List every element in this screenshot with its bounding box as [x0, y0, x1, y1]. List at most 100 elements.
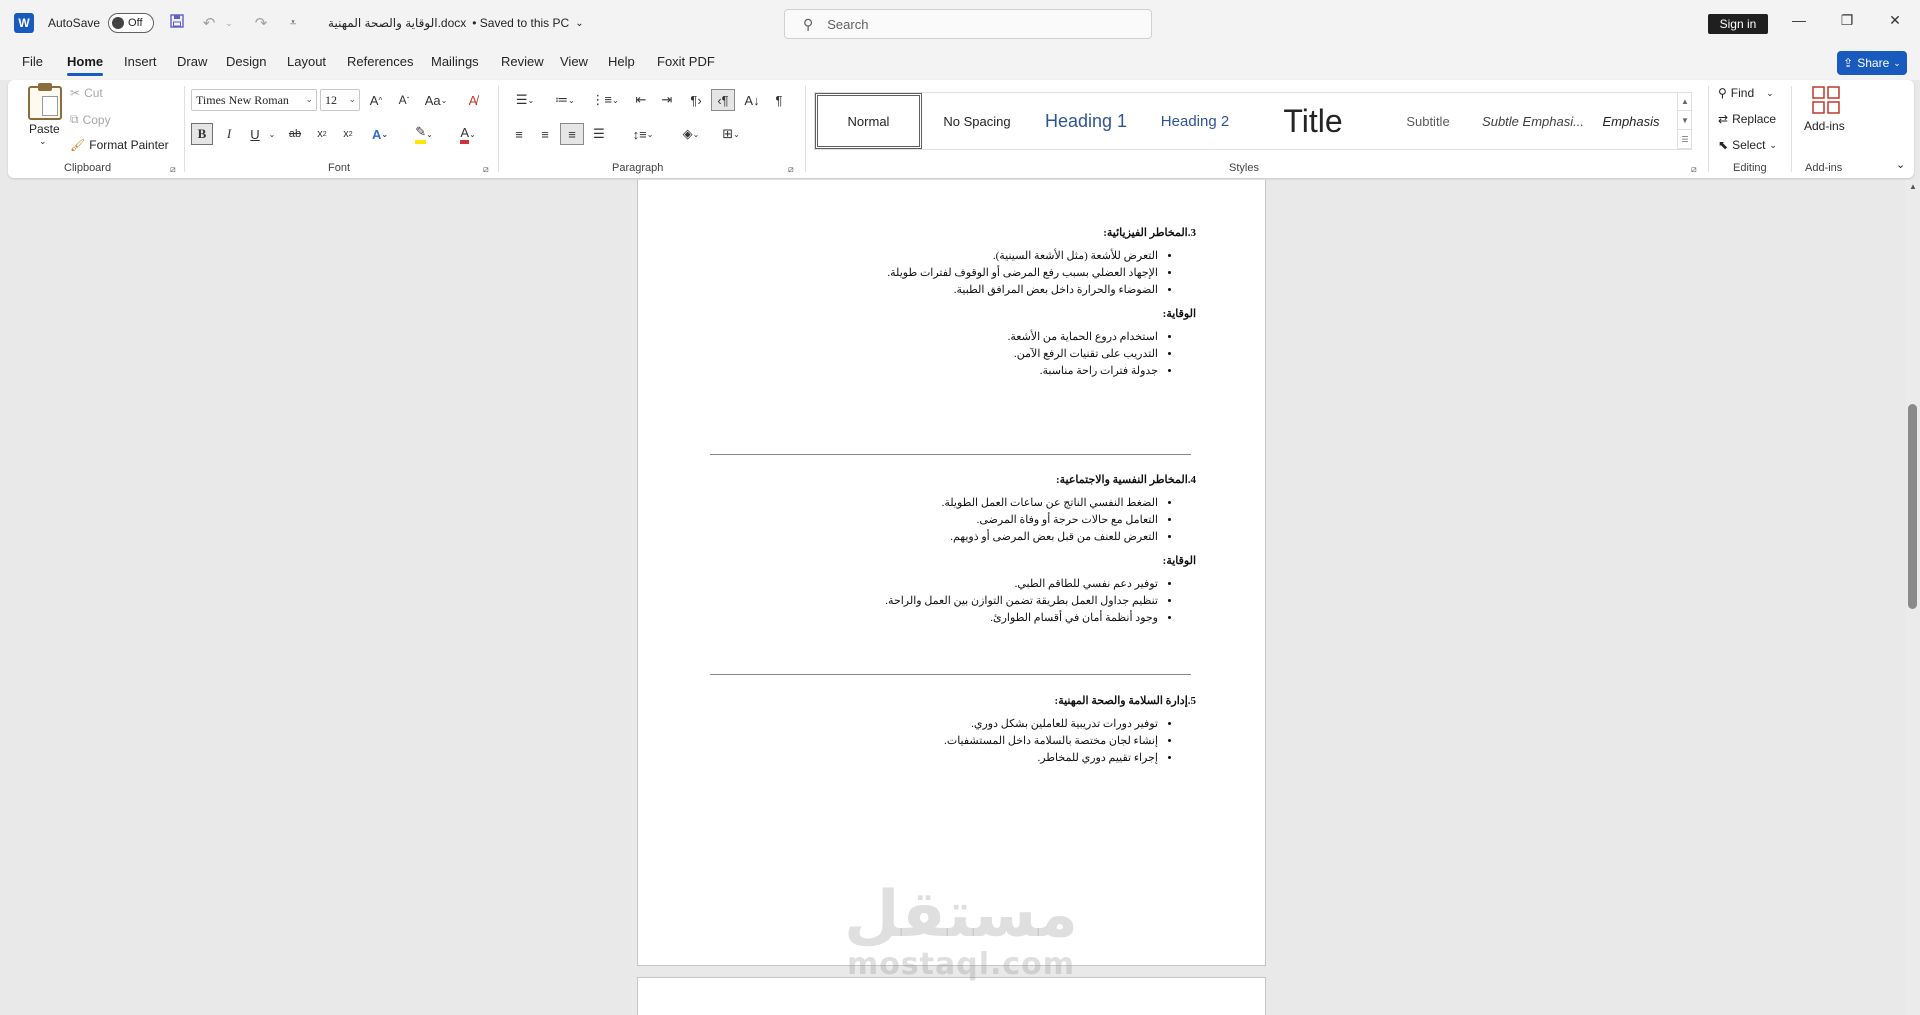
- paste-icon[interactable]: [28, 83, 62, 120]
- save-icon[interactable]: [168, 14, 186, 32]
- paragraph-launcher-icon[interactable]: ⧄: [788, 164, 794, 175]
- share-button[interactable]: ⇪ Share ⌄: [1837, 51, 1907, 75]
- change-case-icon[interactable]: Aa ⌄: [420, 89, 452, 111]
- subscript-button[interactable]: x2: [312, 123, 332, 145]
- style-subtitle[interactable]: Subtitle: [1378, 93, 1478, 149]
- undo-icon[interactable]: ↶: [200, 14, 218, 32]
- paste-dropdown-icon[interactable]: ⌄: [39, 136, 47, 147]
- paste-button[interactable]: Paste: [29, 122, 60, 136]
- bold-button[interactable]: B: [191, 123, 213, 145]
- bullets-icon[interactable]: ☰ ⌄: [508, 89, 542, 111]
- style-heading-2[interactable]: Heading 2: [1142, 93, 1248, 149]
- document-page[interactable]: 3.المخاطر الفيزيائية: التعرض للأشعة (مثل…: [637, 180, 1266, 966]
- cut-button[interactable]: ✂ Cut: [70, 86, 103, 100]
- font-group-label: Font: [328, 162, 351, 174]
- list-item: الإجهاد العضلي بسبب رفع المرضى أو الوقوف…: [710, 265, 1158, 282]
- text-effects-icon[interactable]: A ⌄: [366, 123, 394, 145]
- style-no-spacing[interactable]: No Spacing: [924, 93, 1030, 149]
- autosave-toggle[interactable]: Off: [108, 13, 155, 33]
- paragraph-group-label: Paragraph: [612, 162, 664, 174]
- tab-review[interactable]: Review: [501, 54, 544, 69]
- styles-down-icon[interactable]: ▼: [1678, 111, 1692, 130]
- redo-icon[interactable]: ↷: [252, 14, 270, 32]
- list-item: إنشاء لجان مختصة بالسلامة داخل المستشفيا…: [710, 733, 1158, 750]
- select-button[interactable]: ⬉ Select ⌄: [1718, 138, 1777, 152]
- document-title[interactable]: الوقاية والصحة المهنية.docx • Saved to t…: [328, 16, 584, 30]
- strikethrough-button[interactable]: ab: [284, 123, 306, 145]
- tab-draw[interactable]: Draw: [177, 54, 207, 69]
- tab-help[interactable]: Help: [608, 54, 635, 69]
- font-name-select[interactable]: Times New Roman ⌄: [191, 89, 317, 111]
- align-center-icon[interactable]: ≡: [534, 123, 556, 145]
- close-icon[interactable]: ✕: [1883, 12, 1907, 29]
- multilevel-list-icon[interactable]: ⋮≡ ⌄: [588, 89, 622, 111]
- borders-icon[interactable]: ⊞ ⌄: [714, 123, 748, 145]
- numbering-icon[interactable]: ≔ ⌄: [548, 89, 582, 111]
- tab-home[interactable]: Home: [67, 54, 104, 76]
- styles-up-icon[interactable]: ▲: [1678, 92, 1692, 111]
- tab-view[interactable]: View: [560, 54, 588, 69]
- scrollbar-thumb[interactable]: [1908, 404, 1917, 609]
- hazards-list: التعرض للأشعة (مثل الأشعة السينية). الإج…: [710, 248, 1196, 299]
- tab-mailings[interactable]: Mailings: [431, 54, 479, 69]
- increase-indent-icon[interactable]: ⇥: [656, 89, 678, 111]
- tab-foxit-pdf[interactable]: Foxit PDF: [657, 54, 715, 69]
- management-list: توفير دورات تدريبية للعاملين بشكل دوري. …: [710, 716, 1196, 767]
- replace-button[interactable]: ⇄ Replace: [1718, 112, 1776, 126]
- style-normal[interactable]: Normal: [815, 93, 922, 149]
- styles-launcher-icon[interactable]: ⧄: [1691, 164, 1697, 175]
- minimize-icon[interactable]: —: [1787, 12, 1811, 28]
- addins-icon[interactable]: [1812, 86, 1840, 114]
- decrease-indent-icon[interactable]: ⇤: [630, 89, 652, 111]
- show-formatting-icon[interactable]: ¶: [768, 89, 790, 111]
- tab-file[interactable]: File: [22, 54, 43, 69]
- shrink-font-icon[interactable]: Aˇ: [393, 89, 415, 111]
- shading-icon[interactable]: ◈ ⌄: [674, 123, 708, 145]
- word-app-icon: W: [14, 13, 34, 33]
- addins-button[interactable]: Add-ins: [1804, 119, 1845, 133]
- underline-dropdown-icon[interactable]: ⌄: [266, 123, 278, 145]
- justify-icon[interactable]: ☰: [588, 123, 610, 145]
- tab-insert[interactable]: Insert: [124, 54, 157, 69]
- tab-references[interactable]: References: [347, 54, 413, 69]
- list-item: استخدام دروع الحماية من الأشعة.: [710, 329, 1158, 346]
- italic-button[interactable]: I: [219, 123, 239, 145]
- section-5: 5.إدارة السلامة والصحة المهنية: توفير دو…: [710, 694, 1196, 767]
- grow-font-icon[interactable]: A ^: [365, 89, 387, 111]
- font-launcher-icon[interactable]: ⧄: [483, 164, 489, 175]
- align-right-icon[interactable]: ≡: [560, 123, 584, 145]
- customize-qat-icon[interactable]: ⩡: [284, 17, 302, 30]
- tab-design[interactable]: Design: [226, 54, 266, 69]
- underline-button[interactable]: U: [245, 123, 265, 145]
- style-emphasis[interactable]: Emphasis: [1588, 93, 1674, 149]
- style-subtle-emphasis[interactable]: Subtle Emphasi...: [1480, 93, 1586, 149]
- rtl-icon[interactable]: ‹¶: [711, 89, 735, 111]
- sign-in-button[interactable]: Sign in: [1708, 14, 1768, 34]
- search-input[interactable]: ⚲ Search: [784, 9, 1152, 39]
- copy-button[interactable]: ⧉ Copy: [70, 112, 111, 127]
- scroll-up-icon[interactable]: ▲: [1906, 182, 1920, 191]
- undo-dropdown-icon[interactable]: ⌄: [220, 18, 238, 29]
- ltr-icon[interactable]: ¶›: [685, 89, 707, 111]
- sort-icon[interactable]: A↓: [741, 89, 763, 111]
- document-page-next[interactable]: [637, 977, 1266, 1015]
- collapse-ribbon-icon[interactable]: ⌄: [1896, 158, 1905, 171]
- section-heading: 4.المخاطر النفسية والاجتماعية:: [1055, 474, 1196, 486]
- align-left-icon[interactable]: ≡: [508, 123, 530, 145]
- style-heading-1[interactable]: Heading 1: [1032, 93, 1140, 149]
- ribbon-tabs: File Home Insert Draw Design Layout Refe…: [0, 46, 1920, 80]
- styles-more-icon[interactable]: ☰: [1678, 130, 1692, 149]
- clear-formatting-icon[interactable]: A̸: [463, 89, 483, 111]
- chevron-down-icon: ⌄: [575, 17, 584, 29]
- highlight-color-icon[interactable]: ✎ ⌄: [408, 123, 440, 145]
- superscript-button[interactable]: x2: [338, 123, 358, 145]
- format-painter-button[interactable]: 🖌 Format Painter: [70, 138, 169, 152]
- tab-layout[interactable]: Layout: [287, 54, 326, 69]
- restore-icon[interactable]: ❐: [1835, 12, 1859, 29]
- line-spacing-icon[interactable]: ↕≡ ⌄: [626, 123, 660, 145]
- font-size-select[interactable]: 12 ⌄: [320, 89, 360, 111]
- clipboard-launcher-icon[interactable]: ⧄: [170, 164, 176, 175]
- find-button[interactable]: ⚲ Find ⌄: [1718, 86, 1774, 100]
- style-title[interactable]: Title: [1250, 93, 1376, 149]
- font-color-icon[interactable]: A ⌄: [452, 123, 484, 145]
